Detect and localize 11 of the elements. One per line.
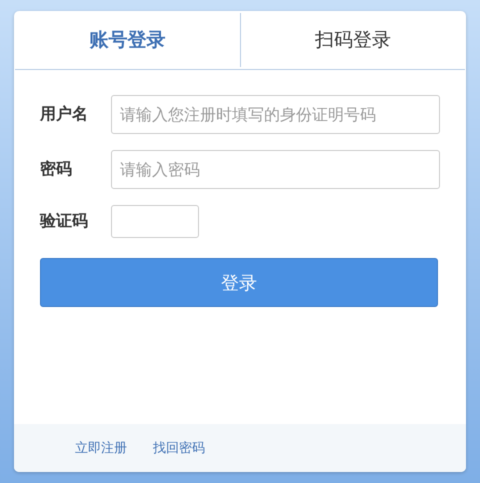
login-tab[interactable]: 账号登录 <box>15 11 240 69</box>
field-label: 用户名 <box>40 104 89 125</box>
field-label: 验证码 <box>40 211 89 232</box>
footer-link[interactable]: 立即注册 <box>75 439 127 457</box>
input-field[interactable]: 请输入密码 <box>111 150 440 189</box>
login-button[interactable]: 登录 <box>40 258 438 307</box>
input-field[interactable]: 请输入您注册时填写的身份证明号码 <box>111 95 440 134</box>
login-tab[interactable]: 扫码登录 <box>240 13 465 67</box>
captcha-field[interactable] <box>111 205 199 238</box>
footer-link[interactable]: 找回密码 <box>153 439 205 457</box>
field-label: 密码 <box>40 159 73 180</box>
